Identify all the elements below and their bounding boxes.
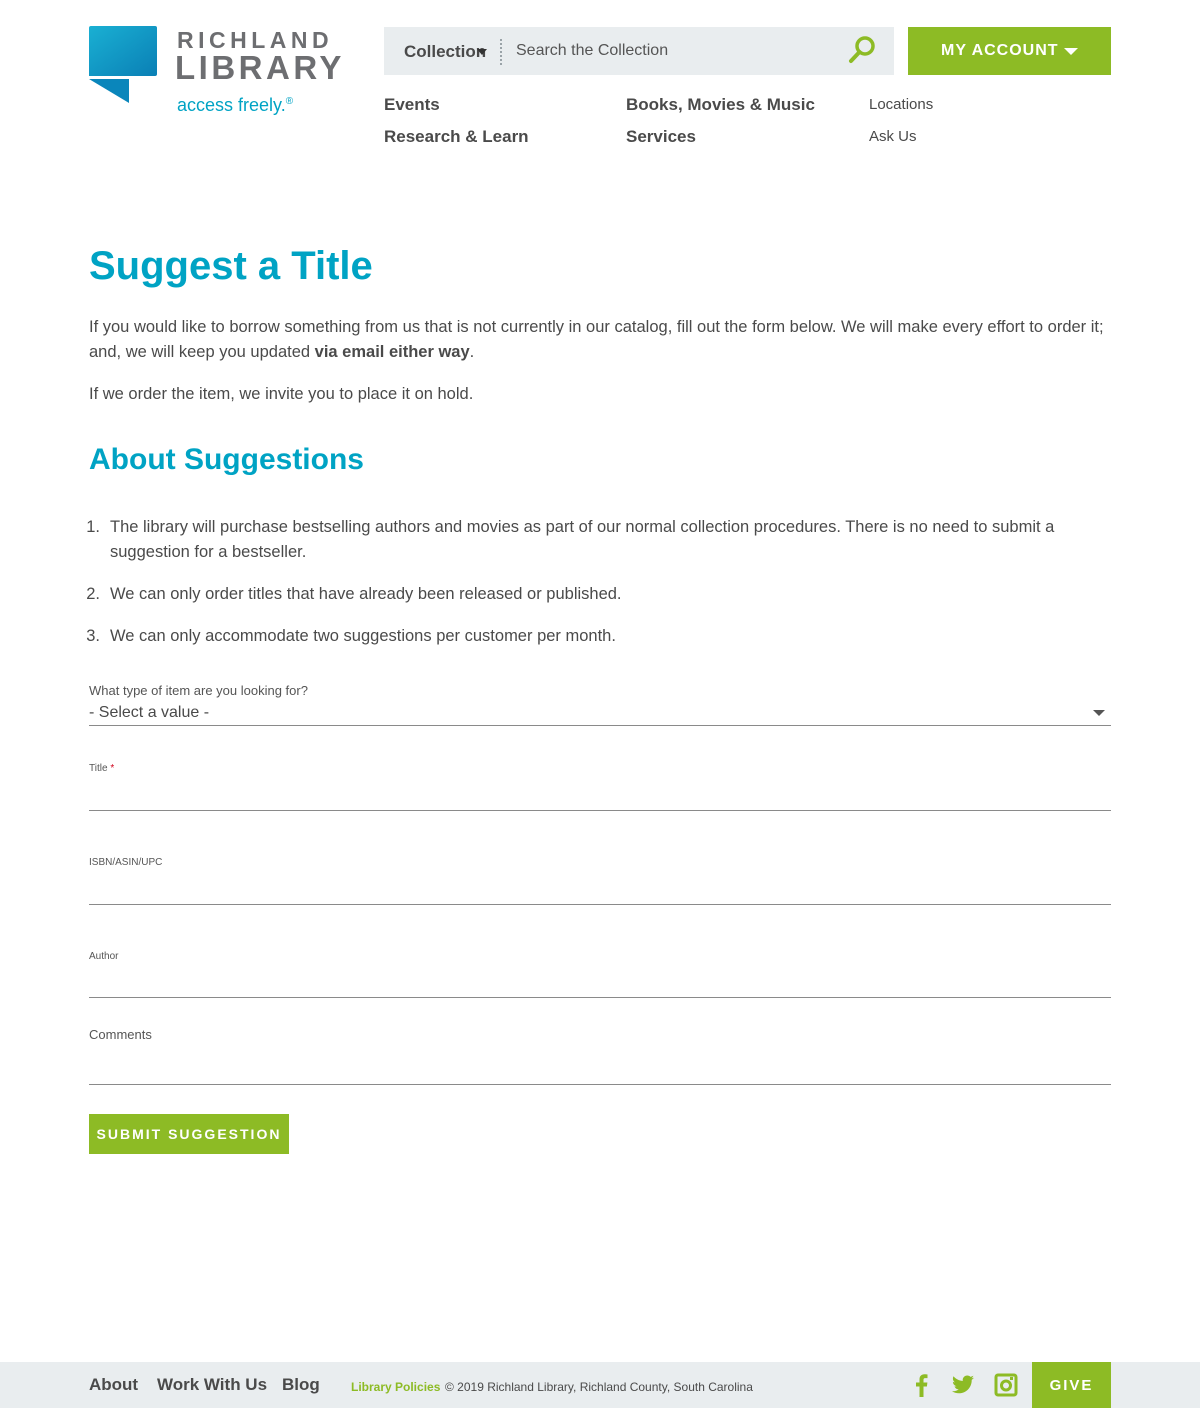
logo-tagline: access freely.® [177,95,294,115]
item-type-label: What type of item are you looking for? [89,683,308,698]
caret-down-icon[interactable] [477,49,487,55]
search-scope-dropdown[interactable]: Collection [404,41,486,63]
logo-text-library: LIBRARY [175,49,345,86]
copyright-text: © 2019 Richland Library, Richland County… [445,1380,753,1394]
search-button[interactable] [844,35,880,67]
search-icon [849,36,875,63]
footer-link-library-policies[interactable]: Library Policies [351,1379,440,1395]
caret-down-icon [1093,710,1105,716]
search-input[interactable] [508,35,838,67]
suggestion-rules-list: 1. The library will purchase bestselling … [86,515,1099,666]
item-type-select[interactable]: - Select a value - [89,701,1111,726]
search-divider [500,39,502,65]
site-logo[interactable]: RICHLAND LIBRARY access freely.® [89,26,349,118]
site-footer: About Work With Us Blog Library Policies… [0,1362,1200,1408]
nav-research-learn[interactable]: Research & Learn [384,126,529,148]
my-account-label: MY ACCOUNT [941,42,1059,59]
item-type-value: - Select a value - [89,704,210,721]
footer-link-about[interactable]: About [89,1375,138,1395]
facebook-icon[interactable] [910,1373,934,1397]
twitter-icon[interactable] [951,1373,975,1397]
hold-paragraph: If we order the item, we invite you to p… [89,385,474,403]
my-account-button[interactable]: MY ACCOUNT [908,27,1111,75]
comments-label: Comments [89,1027,152,1042]
nav-locations[interactable]: Locations [869,94,933,116]
author-field[interactable] [89,968,1111,998]
page-title: Suggest a Title [89,244,373,288]
list-item: 1. The library will purchase bestselling … [86,518,1055,561]
list-item: 2. We can only order titles that have alr… [86,585,622,603]
intro-paragraph: If you would like to borrow something fr… [89,318,1104,361]
footer-link-blog[interactable]: Blog [282,1375,320,1395]
isbn-label: ISBN/ASIN/UPC [89,857,163,868]
title-field[interactable] [89,781,1111,811]
nav-books-movies-music[interactable]: Books, Movies & Music [626,94,815,116]
search-bar: Collection [384,27,894,75]
section-title: About Suggestions [89,443,364,476]
comments-field[interactable] [89,1055,1111,1085]
footer-link-work-with-us[interactable]: Work With Us [157,1375,267,1395]
give-button[interactable]: GIVE [1032,1362,1111,1408]
isbn-field[interactable] [89,875,1111,905]
chevron-down-icon [1064,48,1078,55]
library-logo-icon [89,26,157,103]
nav-events[interactable]: Events [384,94,440,116]
submit-suggestion-button[interactable]: SUBMIT SUGGESTION [89,1114,289,1154]
nav-ask-us[interactable]: Ask Us [869,126,917,148]
title-label: Title * [89,763,115,774]
instagram-icon[interactable] [994,1373,1018,1397]
author-label: Author [89,951,119,962]
list-item: 3. We can only accommodate two suggestion… [86,627,616,645]
nav-services[interactable]: Services [626,126,696,148]
